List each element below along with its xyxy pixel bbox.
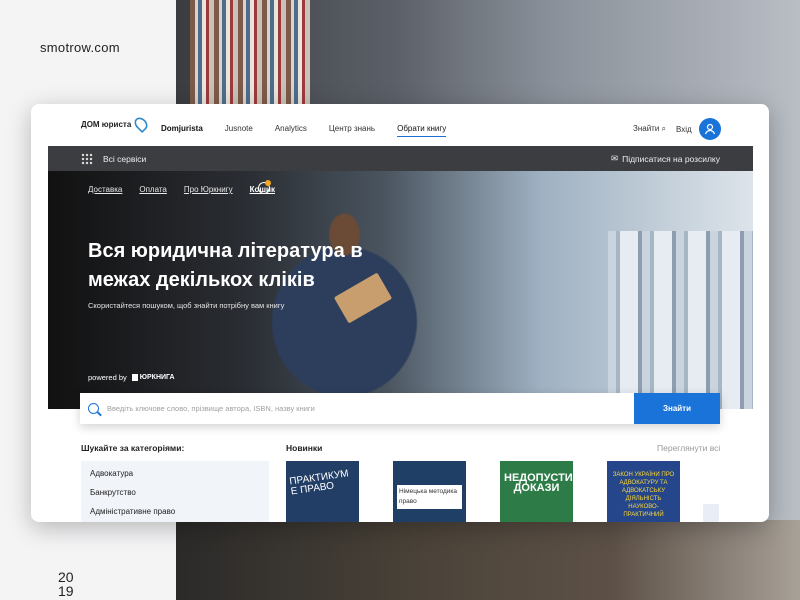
subscribe-link[interactable]: ✉ Підписатися на розсилку [611, 153, 720, 164]
category-item[interactable]: Банкрутство [90, 488, 260, 497]
year-watermark: 20 19 [58, 570, 74, 598]
top-navigation: ДОМ юриста Domjurista Jusnote Analytics … [31, 104, 769, 146]
book-cover-title: Німецька методика право [397, 485, 462, 509]
subscribe-label: Підписатися на розсилку [622, 153, 720, 164]
user-avatar-button[interactable] [699, 118, 721, 140]
all-services-link[interactable]: Всі сервіси [103, 154, 146, 164]
menu-item-jusnote[interactable]: Jusnote [225, 124, 253, 137]
categories-list: Адвокатура Банкрутство Адміністративне п… [81, 461, 269, 522]
search-bar: Знайти [80, 393, 720, 424]
see-all-link[interactable]: Переглянути всі [657, 443, 720, 453]
envelope-icon: ✉ [610, 153, 619, 163]
delivery-link[interactable]: Доставка [88, 185, 122, 194]
payment-link[interactable]: Оплата [139, 185, 167, 194]
login-link[interactable]: Вхід [676, 125, 692, 134]
menu-item-choose-book[interactable]: Обрати книгу [397, 124, 447, 137]
backdrop-bottom [176, 520, 800, 600]
powered-by-label: powered by [88, 373, 127, 382]
search-icon: ⌕ [661, 124, 667, 133]
services-bar: Всі сервіси ✉ Підписатися на розсилку [48, 146, 753, 171]
about-link[interactable]: Про Юркнигу [184, 185, 233, 194]
book-cover[interactable]: ПРАКТИКУМ Е ПРАВО [286, 461, 359, 522]
categories-title: Шукайте за категоріями: [81, 443, 185, 453]
hero-title: Вся юридична література в межах декілько… [88, 240, 363, 291]
carousel-next-button[interactable] [703, 504, 719, 522]
hero-banner: Доставка Оплата Про Юркнигу Кошик Вся юр… [48, 171, 753, 409]
header-actions: Знайти ⌕ Вхід [633, 124, 692, 134]
site-watermark: smotrow.com [40, 40, 120, 55]
book-cover[interactable]: Німецька методика право [393, 461, 466, 522]
location-pin-icon [132, 114, 151, 134]
new-books-title: Новинки [286, 443, 323, 453]
book-cover-title: НЕДОПУСТИМІ ДОКАЗИ [504, 472, 573, 494]
book-cover[interactable]: ЗАКОН УКРАЇНИ ПРО АДВОКАТУРУ ТА АДВОКАТС… [607, 461, 680, 522]
yurknyha-logo[interactable]: ЮРКНИГА [131, 374, 175, 381]
backdrop-bookshelf [190, 0, 310, 110]
search-input[interactable] [107, 404, 627, 413]
hero-reader-image [218, 191, 448, 409]
category-item[interactable]: Адвокатура [90, 469, 260, 478]
book-cover-title: ЗАКОН УКРАЇНИ ПРО АДВОКАТУРУ ТА АДВОКАТС… [612, 472, 675, 518]
search-button[interactable]: Знайти [634, 393, 720, 424]
user-icon [704, 123, 716, 135]
find-link[interactable]: Знайти ⌕ [633, 124, 666, 134]
grid-menu-icon[interactable] [81, 152, 93, 165]
hero-bookshelf-image [608, 231, 753, 409]
logo-text: ДОМ юриста [81, 119, 132, 129]
main-menu: Domjurista Jusnote Analytics Центр знань… [161, 124, 447, 137]
year-top: 20 [58, 569, 74, 585]
search-icon [88, 403, 99, 414]
cart-badge [265, 180, 271, 186]
category-item[interactable]: Адміністративне право [90, 507, 260, 516]
menu-item-analytics[interactable]: Analytics [275, 124, 307, 137]
hero-links: Доставка Оплата Про Юркнигу Кошик [88, 185, 275, 194]
year-bottom: 19 [58, 583, 74, 599]
book-cover[interactable]: НЕДОПУСТИМІ ДОКАЗИ [500, 461, 573, 522]
menu-item-knowledge-center[interactable]: Центр знань [329, 124, 375, 137]
website-card: ДОМ юриста Domjurista Jusnote Analytics … [31, 104, 769, 522]
book-cover-title: ПРАКТИКУМ Е ПРАВО [288, 468, 350, 498]
hero-subtitle: Скористайтеся пошуком, щоб знайти потріб… [88, 301, 285, 310]
find-label: Знайти [633, 124, 660, 133]
logo[interactable]: ДОМ юриста [81, 114, 151, 134]
menu-item-domjurista[interactable]: Domjurista [161, 124, 203, 137]
powered-by: powered by ЮРКНИГА [88, 373, 175, 382]
